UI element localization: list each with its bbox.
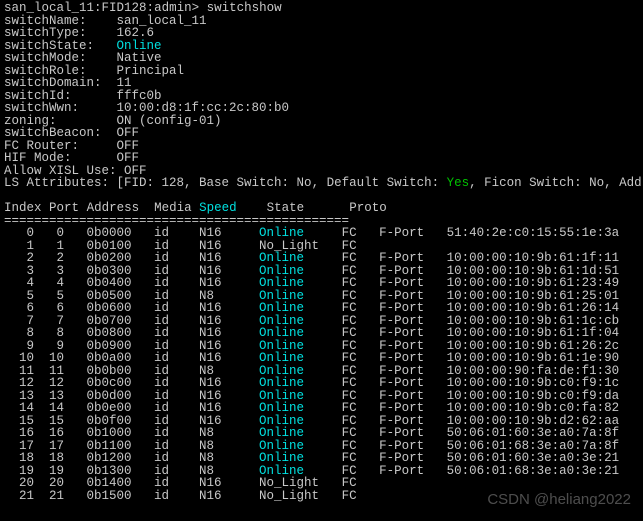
hdr-address: Address <box>87 201 140 215</box>
hdr-speed: Speed <box>199 201 237 215</box>
hdr-proto: Proto <box>349 201 387 215</box>
val-lsattr-prefix: [FID: 128, Base Switch: No, Default Swit… <box>117 176 447 190</box>
table-header: Index Port Address Media Speed State Pro… <box>4 202 639 215</box>
table-body: 0 0 0b0000 id N16 Online FC F-Port 51:40… <box>4 227 639 502</box>
hdr-index: Index <box>4 201 42 215</box>
attr-switchdomain: switchDomain: 11 <box>4 77 639 90</box>
attr-switchwwn: switchWwn: 10:00:d8:1f:cc:2c:80:b0 <box>4 102 639 115</box>
attr-lsattr: LS Attributes: [FID: 128, Base Switch: N… <box>4 177 639 190</box>
prompt-host: san_local_11 <box>4 1 94 15</box>
attr-switchmode: switchMode: Native <box>4 52 639 65</box>
terminal[interactable]: san_local_11:FID128:admin> switchshow sw… <box>0 0 643 504</box>
attr-switchbeacon: switchBeacon: OFF <box>4 127 639 140</box>
hdr-state: State <box>267 201 305 215</box>
attr-hifmode: HIF Mode: OFF <box>4 152 639 165</box>
hdr-port: Port <box>49 201 79 215</box>
attr-switchtype: switchType: 162.6 <box>4 27 639 40</box>
prompt-cmd: switchshow <box>207 1 282 15</box>
hdr-media: Media <box>154 201 192 215</box>
watermark: CSDN @heliang2022 <box>487 492 631 507</box>
val-lsattr-suffix: , Ficon Switch: No, Address Mode 0] <box>469 176 643 190</box>
val-lsattr-yes: Yes <box>447 176 470 190</box>
prompt-line: san_local_11:FID128:admin> switchshow <box>4 2 639 15</box>
